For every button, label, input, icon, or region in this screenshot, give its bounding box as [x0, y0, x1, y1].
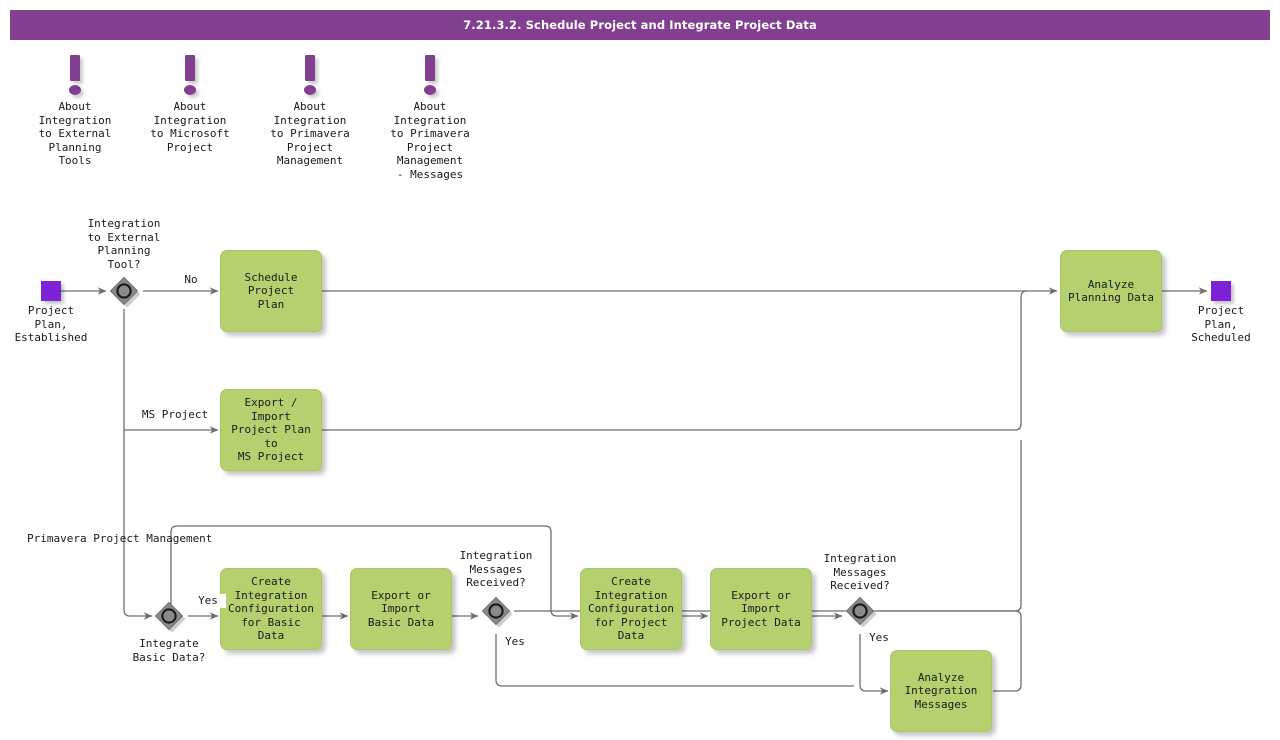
information-exclamation-icon: [255, 52, 365, 100]
exclamation-dot: [424, 85, 436, 95]
annotation-label: About Integration to External Planning T…: [38, 100, 112, 167]
flow-label-yes-messages-basic: Yes: [497, 635, 533, 649]
task-create-config-project[interactable]: Create Integration Configuration for Pro…: [580, 568, 682, 650]
task-schedule-project-plan[interactable]: Schedule Project Plan: [220, 250, 322, 332]
gateway-integration-external-tool[interactable]: [107, 274, 141, 308]
flow-msproject-to-riser: [322, 290, 1028, 431]
gateway-integrate-basic-data-label: Integrate Basic Data?: [132, 637, 206, 664]
event-gateway-icon: [109, 276, 141, 308]
exclamation-dot: [69, 85, 81, 95]
annotation-microsoft-project: About Integration to Microsoft Project: [135, 52, 245, 154]
end-event-label: Project Plan, Scheduled: [1191, 304, 1251, 344]
annotation-label: About Integration to Microsoft Project: [150, 100, 230, 154]
flow-label-no: No: [168, 273, 214, 287]
flow-gateway1-down: [123, 309, 153, 620]
diagram-page: 7.21.3.2. Schedule Project and Integrate…: [0, 0, 1280, 740]
exclamation-bar: [185, 55, 195, 81]
gateway-messages-received-basic[interactable]: [479, 594, 513, 628]
task-label: Analyze Planning Data: [1067, 277, 1155, 305]
task-label: Create Integration Configuration for Bas…: [227, 575, 315, 643]
exclamation-bar: [305, 55, 315, 81]
flow-label-yes-messages-project: Yes: [861, 631, 897, 645]
task-label: Schedule Project Plan: [244, 270, 298, 311]
task-label: Create Integration Configuration for Pro…: [587, 575, 675, 643]
exclamation-dot: [304, 85, 316, 95]
event-gateway-icon: [154, 601, 186, 633]
flow-label-primavera: Primavera Project Management: [27, 532, 213, 545]
flow-gateway4-right: [878, 610, 1022, 621]
task-label: Export / Import Project Plan to MS Proje…: [231, 396, 311, 464]
annotation-primavera-messages: About Integration to Primavera Project M…: [375, 52, 485, 181]
event-gateway-icon: [481, 596, 513, 628]
end-event-project-plan-scheduled[interactable]: [1211, 281, 1231, 301]
task-create-config-basic[interactable]: Create Integration Configuration for Bas…: [220, 568, 322, 650]
task-analyze-integration-messages[interactable]: Analyze Integration Messages: [890, 650, 992, 732]
task-export-import-basic-data[interactable]: Export or Import Basic Data: [350, 568, 452, 650]
task-analyze-planning-data[interactable]: Analyze Planning Data: [1060, 250, 1162, 332]
gateway-messages-received-project-label: Integration Messages Received?: [823, 552, 897, 592]
exclamation-dot: [184, 85, 196, 95]
event-gateway-icon: [845, 596, 877, 628]
gateway-integrate-basic-data[interactable]: [152, 599, 186, 633]
start-event-label: Project Plan, Established: [14, 304, 88, 344]
start-event-project-plan-established[interactable]: [41, 281, 61, 301]
exclamation-bar: [70, 55, 80, 81]
annotation-label: About Integration to Primavera Project M…: [390, 100, 470, 181]
task-label: Analyze Integration Messages: [904, 670, 978, 711]
information-exclamation-icon: [135, 52, 245, 100]
task-export-import-ms-project[interactable]: Export / Import Project Plan to MS Proje…: [220, 389, 322, 471]
gateway-messages-received-project[interactable]: [843, 594, 877, 628]
flow-label-ms-project: MS Project: [133, 408, 217, 422]
task-label: Export or Import Basic Data: [367, 588, 435, 629]
annotation-primavera: About Integration to Primavera Project M…: [255, 52, 365, 168]
gateway-integration-external-tool-label: Integration to External Planning Tool?: [87, 217, 161, 271]
annotation-external-planning-tools: About Integration to External Planning T…: [20, 52, 130, 168]
task-label: Export or Import Project Data: [721, 588, 801, 629]
flow-analyzemsgs-to-riser: [993, 621, 1022, 692]
gateway-messages-received-basic-label: Integration Messages Received?: [459, 549, 533, 589]
task-export-import-project-data[interactable]: Export or Import Project Data: [710, 568, 812, 650]
annotation-label: About Integration to Primavera Project M…: [270, 100, 350, 167]
information-exclamation-icon: [20, 52, 130, 100]
information-exclamation-icon: [375, 52, 485, 100]
flow-label-yes-basic: Yes: [190, 594, 226, 608]
exclamation-bar: [425, 55, 435, 81]
